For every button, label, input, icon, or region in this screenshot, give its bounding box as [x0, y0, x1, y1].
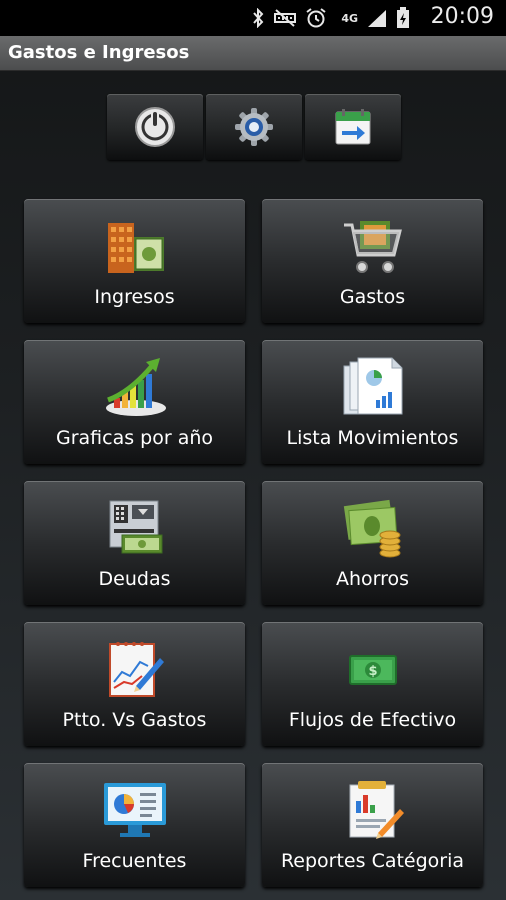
- tile-ptto-vs-gastos[interactable]: Ptto. Vs Gastos: [24, 622, 245, 746]
- calendar-arrow-icon: [335, 109, 371, 145]
- tile-reportes-categoria[interactable]: Reportes Catégoria: [262, 763, 483, 887]
- dollar-bill-icon: $: [348, 655, 397, 685]
- tile-gastos[interactable]: Gastos: [262, 199, 483, 323]
- tile-label: Ahorros: [335, 568, 410, 590]
- tile-label: Flujos de Efectivo: [288, 709, 457, 731]
- shopping-cart-icon: [343, 221, 402, 273]
- tile-lista-movimientos[interactable]: Lista Movimientos: [262, 340, 483, 464]
- tile-label: Ptto. Vs Gastos: [62, 709, 207, 731]
- status-icons: 4G: [251, 7, 410, 29]
- toolbar: [107, 94, 401, 160]
- monitor-chart-icon: [103, 783, 166, 837]
- signal-icon: [368, 10, 386, 27]
- tile-label: Ingresos: [94, 286, 175, 308]
- tile-graficas[interactable]: Graficas por año: [24, 340, 245, 464]
- tile-frecuentes[interactable]: Frecuentes: [24, 763, 245, 887]
- tile-label: Gastos: [339, 286, 406, 308]
- title-bar: Gastos e Ingresos: [0, 36, 506, 71]
- tile-label: Lista Movimientos: [286, 427, 459, 449]
- documents-icon: [343, 357, 402, 415]
- status-bar: 4G 20:09: [0, 0, 506, 36]
- bar-chart-arrow-icon: [105, 358, 166, 416]
- calendar-button[interactable]: [305, 94, 401, 160]
- mute-icon: [274, 9, 297, 27]
- settings-gear-icon: [235, 108, 273, 146]
- tile-ingresos[interactable]: Ingresos: [24, 199, 245, 323]
- power-icon: [135, 107, 175, 147]
- tile-label: Graficas por año: [55, 427, 214, 449]
- tile-label: Frecuentes: [82, 850, 187, 872]
- power-button[interactable]: [107, 94, 203, 160]
- app-title: Gastos e Ingresos: [8, 42, 190, 63]
- svg-text:$: $: [368, 664, 377, 679]
- alarm-icon: [306, 8, 326, 28]
- settings-button[interactable]: [206, 94, 302, 160]
- bluetooth-icon: [253, 8, 264, 28]
- notepad-pen-icon: [108, 642, 164, 697]
- report-pen-icon: [349, 781, 404, 839]
- network-4g-icon: 4G: [341, 11, 358, 25]
- tile-flujos-efectivo[interactable]: $ Flujos de Efectivo: [262, 622, 483, 746]
- clock: 20:09: [430, 4, 494, 29]
- battery-icon: [397, 7, 409, 28]
- tile-label: Deudas: [98, 568, 171, 590]
- tile-ahorros[interactable]: Ahorros: [262, 481, 483, 605]
- tile-deudas[interactable]: Deudas: [24, 481, 245, 605]
- tile-label: Reportes Catégoria: [280, 850, 465, 872]
- cash-coins-icon: [343, 499, 400, 558]
- money-stack-icon: [107, 223, 164, 273]
- atm-icon: [109, 500, 162, 554]
